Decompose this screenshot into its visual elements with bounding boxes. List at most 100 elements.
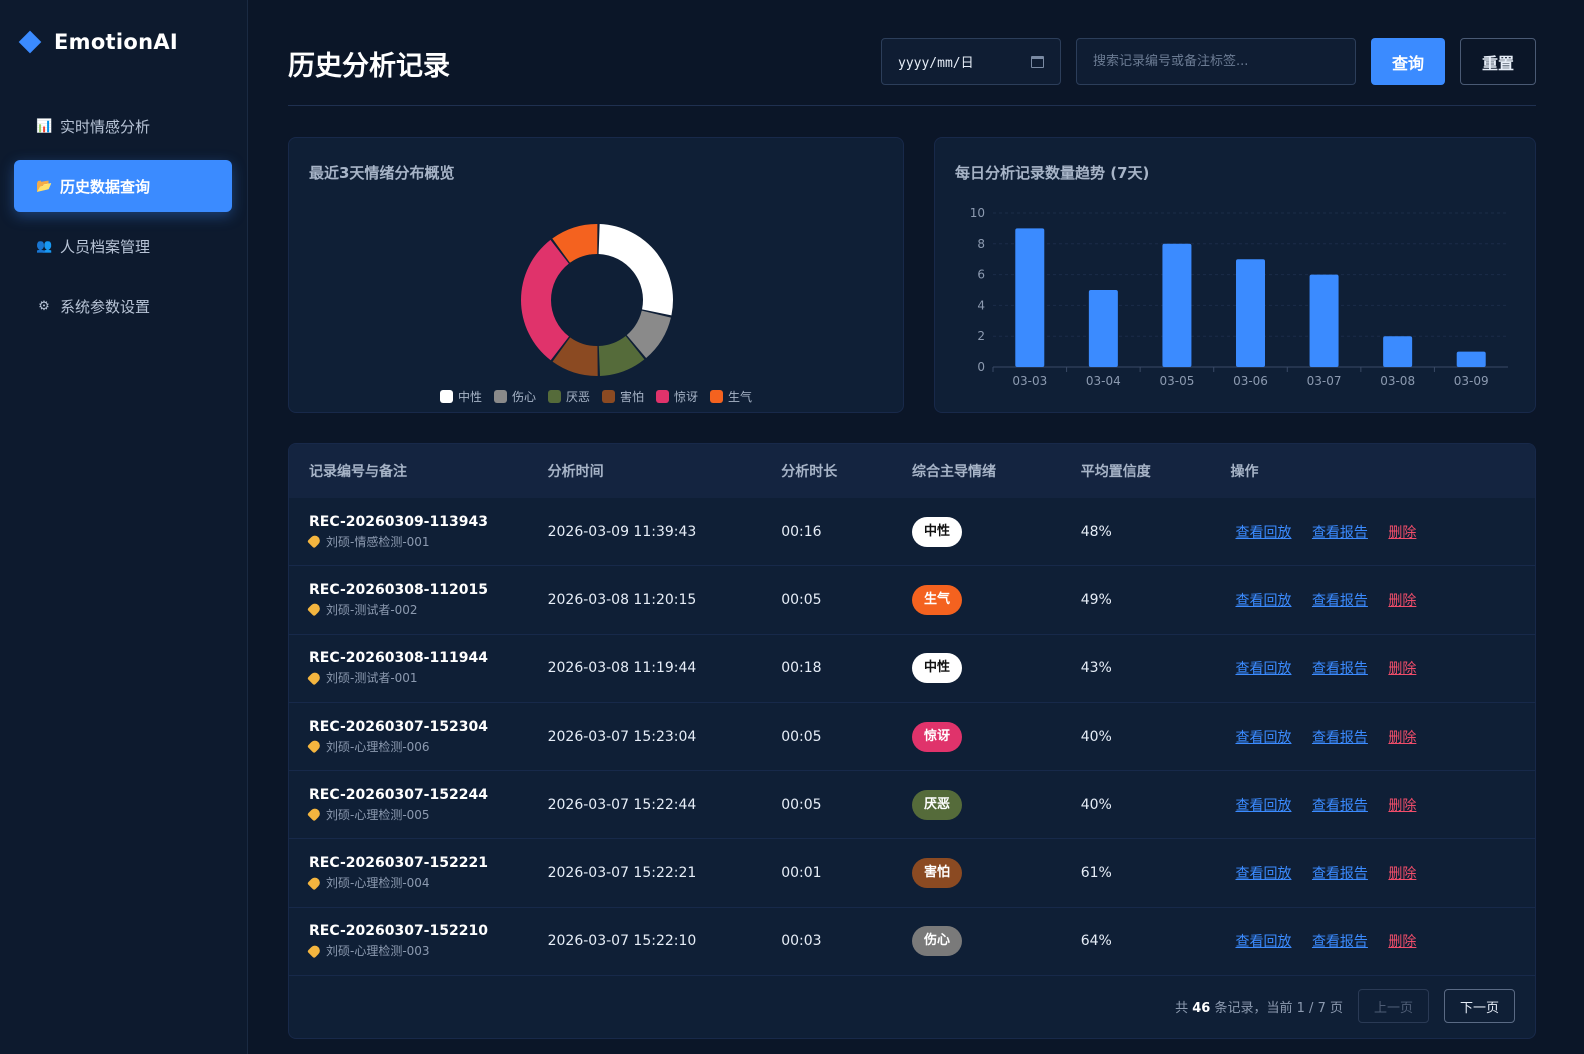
next-page-button[interactable]: 下一页	[1444, 989, 1515, 1023]
view-report-link[interactable]: 查看报告	[1312, 798, 1368, 814]
bar-03-08[interactable]	[1383, 336, 1413, 367]
view-replay-link[interactable]: 查看回放	[1235, 934, 1291, 950]
legend-item[interactable]: 生气	[710, 388, 752, 405]
legend-item[interactable]: 害怕	[602, 388, 644, 405]
view-replay-link[interactable]: 查看回放	[1235, 661, 1291, 677]
bar-03-09[interactable]	[1456, 351, 1486, 367]
delete-link[interactable]: 删除	[1388, 730, 1416, 746]
pagination-suffix: 页	[1329, 1000, 1343, 1016]
actions-cell: 查看回放 查看报告 删除	[1230, 727, 1535, 747]
table-row[interactable]: REC-20260307-152210 刘硕-心理检测-003 2026-03-…	[289, 908, 1535, 977]
analysis-time: 2026-03-08 11:19:44	[547, 660, 697, 677]
record-note: 刘硕-心理检测-004	[307, 874, 548, 891]
view-replay-link[interactable]: 查看回放	[1235, 525, 1291, 541]
sidebar: EmotionAI 📊 实时情感分析 📂 历史数据查询 👥 人员档案管理 ⚙ 系统参数设置	[0, 0, 248, 1054]
donut-slice-0[interactable]	[598, 224, 673, 316]
table-row[interactable]: REC-20260307-152244 刘硕-心理检测-005 2026-03-…	[289, 771, 1535, 840]
y-tick-label: 0	[977, 360, 985, 374]
sidebar-item-3[interactable]: ⚙ 系统参数设置	[14, 280, 232, 332]
emotion-badge: 害怕	[912, 858, 963, 889]
delete-link[interactable]: 删除	[1388, 798, 1416, 814]
delete-link[interactable]: 删除	[1388, 525, 1416, 541]
table-row[interactable]: REC-20260307-152221 刘硕-心理检测-004 2026-03-…	[289, 839, 1535, 908]
legend-swatch	[547, 390, 561, 403]
table-header: 记录编号与备注 分析时间 分析时长 综合主导情绪 平均置信度 操作	[289, 444, 1535, 498]
y-tick-label: 2	[977, 329, 985, 343]
daily-trend-card: 每日分析记录数量趋势 (7天) 0 2 4 6 8 10 03-03 03-04 03-05 03…	[934, 137, 1536, 413]
bar-03-03[interactable]	[1015, 228, 1045, 367]
brand-logo[interactable]: EmotionAI	[18, 30, 178, 54]
bar-03-06[interactable]	[1236, 259, 1265, 367]
legend-item[interactable]: 中性	[439, 388, 482, 405]
analysis-duration: 00:18	[781, 660, 822, 677]
donut-legend: 中性 伤心 厌恶 害怕 惊讶 生气	[289, 388, 903, 405]
column-header: 综合主导情绪	[912, 464, 997, 480]
view-replay-link[interactable]: 查看回放	[1235, 866, 1291, 882]
pagination-summary: 共 46 条记录，当前 1 / 7 页	[1175, 997, 1343, 1016]
view-report-link[interactable]: 查看报告	[1312, 525, 1368, 541]
pagination-middle: 条记录，当前	[1214, 1000, 1293, 1016]
view-replay-link[interactable]: 查看回放	[1235, 593, 1291, 609]
delete-link[interactable]: 删除	[1388, 934, 1416, 950]
donut-slice-4[interactable]	[521, 239, 569, 361]
record-note-text: 刘硕-测试者-002	[326, 602, 418, 617]
view-report-link[interactable]: 查看报告	[1312, 730, 1368, 746]
delete-link[interactable]: 删除	[1388, 661, 1416, 677]
legend-item[interactable]: 伤心	[493, 388, 536, 405]
record-id-cell: REC-20260308-111944 刘硕-测试者-001	[289, 650, 548, 686]
actions-cell: 查看回放 查看报告 删除	[1230, 863, 1535, 883]
search-input[interactable]	[1076, 38, 1356, 85]
emotion-cell: 生气	[912, 584, 1081, 615]
emotion-cell: 中性	[912, 516, 1081, 547]
sidebar-item-0[interactable]: 📊 实时情感分析	[14, 100, 232, 152]
actions-cell: 查看回放 查看报告 删除	[1230, 590, 1535, 610]
reset-button[interactable]: 重置	[1460, 38, 1536, 85]
legend-item[interactable]: 惊讶	[656, 388, 698, 405]
x-tick-label: 03-07	[1307, 374, 1342, 388]
tag-icon	[307, 533, 322, 549]
x-tick-label: 03-05	[1159, 374, 1194, 388]
tag-icon	[307, 806, 322, 822]
record-note-text: 刘硕-情感检测-001	[326, 534, 430, 549]
table-row[interactable]: REC-20260307-152304 刘硕-心理检测-006 2026-03-…	[289, 703, 1535, 772]
sidebar-item-1[interactable]: 📂 历史数据查询	[14, 160, 232, 212]
legend-label: 害怕	[620, 390, 645, 404]
legend-swatch	[710, 390, 724, 403]
query-button[interactable]: 查询	[1371, 38, 1445, 85]
record-id: REC-20260308-112015	[309, 581, 488, 598]
view-report-link[interactable]: 查看报告	[1312, 866, 1368, 882]
table-row[interactable]: REC-20260308-112015 刘硕-测试者-002 2026-03-0…	[289, 566, 1535, 635]
record-id: REC-20260307-152221	[309, 855, 488, 872]
calendar-icon[interactable]	[1031, 55, 1044, 68]
view-report-link[interactable]: 查看报告	[1312, 661, 1368, 677]
record-id-cell: REC-20260307-152304 刘硕-心理检测-006	[289, 719, 548, 755]
analysis-time: 2026-03-09 11:39:43	[547, 523, 697, 540]
avg-confidence: 61%	[1080, 865, 1112, 882]
record-note: 刘硕-心理检测-006	[307, 738, 548, 755]
legend-item[interactable]: 厌恶	[547, 388, 590, 405]
prev-page-button[interactable]: 上一页	[1358, 989, 1429, 1023]
bar-03-07[interactable]	[1309, 274, 1339, 367]
bar-03-05[interactable]	[1162, 243, 1192, 367]
delete-link[interactable]: 删除	[1388, 593, 1416, 609]
view-report-link[interactable]: 查看报告	[1312, 593, 1368, 609]
view-report-link[interactable]: 查看报告	[1312, 934, 1368, 950]
x-tick-label: 03-06	[1233, 374, 1268, 388]
pagination-current: 1 / 7	[1296, 1000, 1326, 1016]
view-replay-link[interactable]: 查看回放	[1235, 798, 1291, 814]
legend-swatch	[493, 390, 507, 403]
record-note-text: 刘硕-心理检测-003	[326, 944, 430, 959]
legend-label: 厌恶	[565, 390, 590, 404]
delete-link[interactable]: 删除	[1388, 866, 1416, 882]
table-row[interactable]: REC-20260309-113943 刘硕-情感检测-001 2026-03-…	[289, 498, 1535, 567]
legend-label: 生气	[728, 390, 753, 404]
table-row[interactable]: REC-20260308-111944 刘硕-测试者-001 2026-03-0…	[289, 635, 1535, 703]
x-tick-label: 03-03	[1012, 374, 1047, 388]
date-picker-input[interactable]: yyyy/mm/日	[881, 38, 1061, 85]
bar-chart: 0 2 4 6 8 10 03-03 03-04 03-05 03-06 03-07 03-08 03-…	[970, 206, 1508, 388]
sidebar-item-2[interactable]: 👥 人员档案管理	[14, 220, 232, 272]
bar-03-04[interactable]	[1088, 290, 1118, 367]
emotion-badge: 伤心	[912, 926, 963, 957]
view-replay-link[interactable]: 查看回放	[1235, 730, 1291, 746]
users-icon: 👥	[36, 238, 53, 254]
